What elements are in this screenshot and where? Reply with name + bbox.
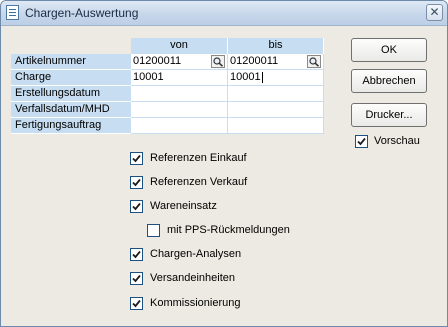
row-label: Artikelnummer xyxy=(11,54,131,70)
column-header-from: von xyxy=(131,38,228,54)
field-value: 01200011 xyxy=(230,55,279,67)
checkmark-icon xyxy=(132,299,141,308)
checkbox-label-wareneinsatz: Wareneinsatz xyxy=(150,200,217,212)
ok-button[interactable]: OK xyxy=(351,38,427,62)
checkmark-icon xyxy=(132,178,141,187)
checkbox-pps[interactable] xyxy=(147,224,160,237)
magnifier-icon xyxy=(213,57,224,67)
preview-label: Vorschau xyxy=(374,135,420,147)
checkbox-label-pps: mit PPS-Rückmeldungen xyxy=(167,224,290,236)
checkbox-label-kommission: Kommissionierung xyxy=(150,297,241,309)
field-value: 10001 xyxy=(230,71,261,83)
row-label: Charge xyxy=(11,70,131,86)
checkbox-kommission[interactable] xyxy=(130,297,143,310)
dialog-window: Chargen-Auswertung ✕ von bis Artikelnumm… xyxy=(0,0,448,327)
row-label: Fertigungsauftrag xyxy=(11,118,131,134)
field-to[interactable]: 01200011 xyxy=(228,54,324,70)
field-value: 10001 xyxy=(133,71,164,83)
text-caret xyxy=(261,71,263,83)
close-button[interactable]: ✕ xyxy=(426,4,443,21)
magnifier-icon xyxy=(309,57,320,67)
field-from[interactable] xyxy=(131,118,228,134)
checkmark-icon xyxy=(132,250,141,259)
preview-checkbox[interactable] xyxy=(355,135,368,148)
printer-button[interactable]: Drucker... xyxy=(351,103,427,127)
dialog-body: von bis Artikelnummer 01200011 01200011 Cha… xyxy=(5,26,443,324)
field-value: 01200011 xyxy=(133,55,182,67)
checkbox-verkauf[interactable] xyxy=(130,176,143,189)
field-from[interactable] xyxy=(131,86,228,102)
field-from[interactable]: 01200011 xyxy=(131,54,228,70)
checkbox-label-analysen: Chargen-Analysen xyxy=(150,248,242,260)
field-to[interactable]: 10001 xyxy=(228,70,324,86)
checkbox-wareneinsatz[interactable] xyxy=(130,200,143,213)
checkbox-label-versand: Versandeinheiten xyxy=(150,272,236,284)
cancel-button[interactable]: Abbrechen xyxy=(351,69,427,93)
checkmark-icon xyxy=(357,137,366,146)
column-header-to: bis xyxy=(228,38,324,54)
field-to[interactable] xyxy=(228,86,324,102)
lookup-button[interactable] xyxy=(307,55,321,68)
field-to[interactable] xyxy=(228,118,324,134)
checkbox-label-verkauf: Referenzen Verkauf xyxy=(150,176,248,188)
checkbox-label-einkauf: Referenzen Einkauf xyxy=(150,152,247,164)
field-to[interactable] xyxy=(228,102,324,118)
lookup-button[interactable] xyxy=(211,55,225,68)
checkmark-icon xyxy=(132,202,141,211)
field-from[interactable] xyxy=(131,102,228,118)
window-title: Chargen-Auswertung xyxy=(25,6,139,20)
checkbox-versand[interactable] xyxy=(130,272,143,285)
checkmark-icon xyxy=(132,274,141,283)
row-label: Verfallsdatum/MHD xyxy=(11,102,131,118)
field-from[interactable]: 10001 xyxy=(131,70,228,86)
checkbox-analysen[interactable] xyxy=(130,248,143,261)
checkmark-icon xyxy=(132,154,141,163)
row-label: Erstellungsdatum xyxy=(11,86,131,102)
checkbox-einkauf[interactable] xyxy=(130,152,143,165)
app-icon xyxy=(6,5,19,20)
title-bar[interactable]: Chargen-Auswertung ✕ xyxy=(1,1,447,26)
